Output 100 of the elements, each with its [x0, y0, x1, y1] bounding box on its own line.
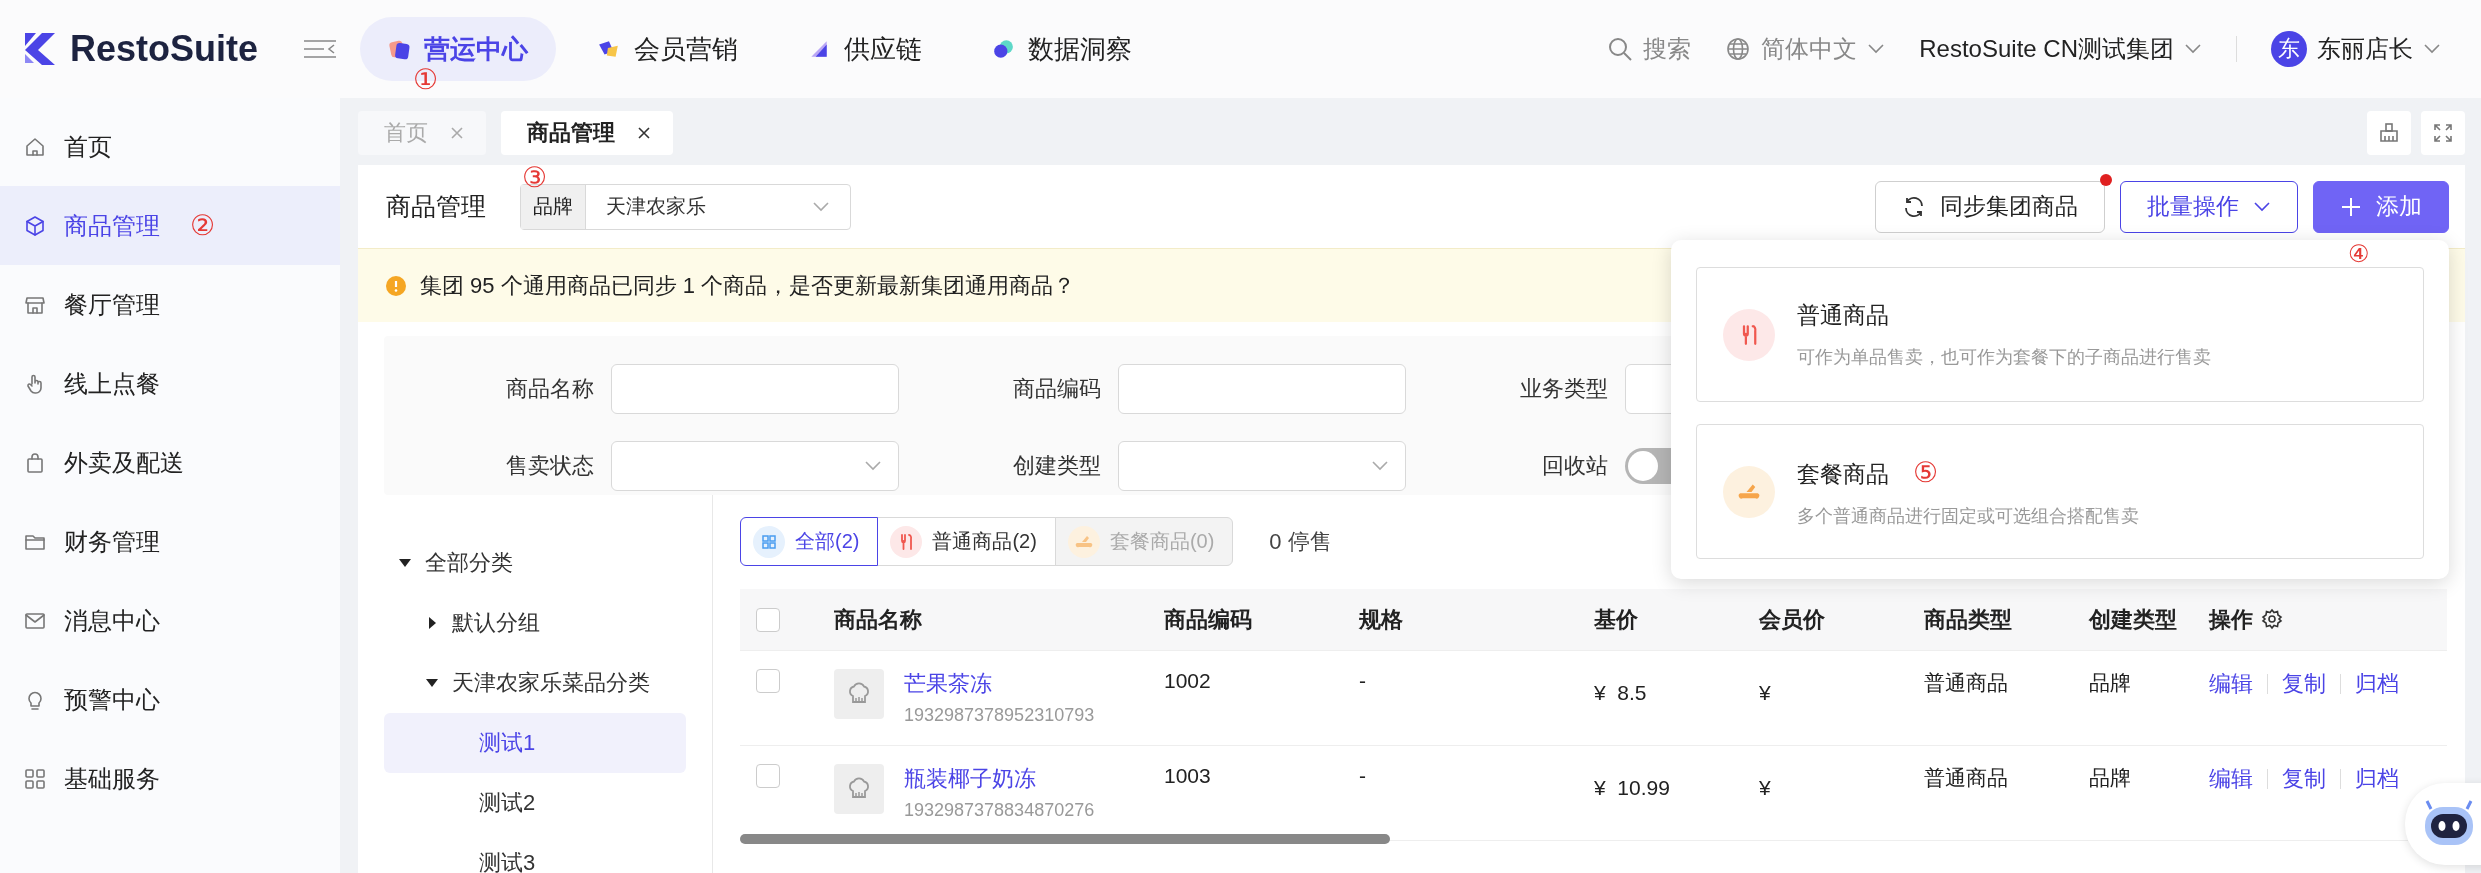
page-title: 商品管理 [386, 191, 486, 222]
filter-select[interactable] [611, 440, 899, 491]
sidebar-item[interactable]: 餐厅管理 [0, 265, 340, 344]
filter-input[interactable] [611, 364, 899, 415]
stopped-count: 0 停售 [1269, 527, 1332, 556]
chevron-down-icon [2184, 43, 2202, 55]
annotation-number: ② [190, 209, 216, 242]
sync-button[interactable]: 同步集团商品 [1875, 180, 2105, 233]
chevron-down-icon [2423, 43, 2441, 55]
table-cell: ¥ [1743, 650, 1908, 746]
tree-item[interactable]: 测试2 [384, 773, 686, 833]
table-cell: ¥ [1743, 745, 1908, 841]
tree-item[interactable]: 测试1 [384, 713, 686, 773]
module-icon [992, 38, 1014, 60]
fullscreen-button[interactable] [2421, 111, 2465, 155]
type-filter-tab[interactable]: 普通商品(2) [877, 517, 1056, 566]
warning-icon [386, 275, 406, 296]
chevron-down-icon [1371, 459, 1389, 472]
filter-input[interactable] [1118, 364, 1406, 415]
user-avatar[interactable]: 东 [2271, 31, 2307, 67]
tree-item[interactable]: 默认分组 [384, 593, 686, 653]
expand-icon [2432, 122, 2454, 144]
refresh-icon [1902, 194, 1926, 219]
horizontal-scrollbar[interactable] [740, 834, 1390, 844]
search-icon[interactable] [1607, 36, 1634, 62]
table-cell: 1002 [1148, 650, 1343, 746]
product-id: 1932987378834870276 [904, 800, 1095, 821]
filter-label: 商品名称 [505, 375, 594, 404]
product-type-option[interactable]: 普通商品 可作为单品售卖，也可作为套餐下的子商品进行售卖 [1696, 267, 2424, 402]
sidebar-item[interactable]: 商品管理 ② [0, 186, 340, 265]
option-description: 可作为单品售卖，也可作为套餐下的子商品进行售卖 [1797, 346, 2211, 369]
select-all-checkbox[interactable] [756, 607, 780, 632]
sidebar-item[interactable]: 线上点餐 [0, 344, 340, 423]
module-icon [598, 38, 620, 60]
sidebar-item[interactable]: 外卖及配送 [0, 423, 340, 502]
column-header: 商品类型 [1908, 589, 2073, 651]
nav-tab[interactable]: 供应链 [780, 17, 950, 81]
filter-select[interactable] [1118, 440, 1406, 491]
add-button[interactable]: 添加 [2313, 180, 2449, 233]
column-header: 商品名称 [818, 589, 1148, 651]
nav-tab[interactable]: 会员营销 [570, 17, 766, 81]
clean-tool-button[interactable] [2367, 111, 2411, 155]
table-cell: 品牌 [2073, 745, 2193, 841]
product-type-option[interactable]: 套餐商品 ⑤ 多个普通商品进行固定或可选组合搭配售卖 [1696, 424, 2424, 559]
product-name-link[interactable]: 瓶装椰子奶冻 [904, 766, 1036, 791]
table-cell: 普通商品 [1908, 745, 2073, 841]
table-cell: 普通商品 [1908, 650, 2073, 746]
action-link[interactable]: 复制 [2282, 669, 2326, 699]
chevron-down-icon [1867, 43, 1886, 55]
action-link[interactable]: 复制 [2282, 764, 2326, 794]
chevron-down-icon [812, 200, 830, 213]
action-link[interactable]: 编辑 [2209, 764, 2253, 794]
organization-selector[interactable]: RestoSuite CN测试集团 [1919, 33, 2174, 65]
page-tab[interactable]: 商品管理 [501, 111, 673, 155]
table-cell: ¥ 10.99 [1578, 745, 1743, 841]
product-name-link[interactable]: 芒果茶冻 [904, 671, 992, 696]
sidebar-item[interactable]: 消息中心 [0, 581, 340, 660]
sidebar-item[interactable]: 财务管理 [0, 502, 340, 581]
plus-icon [2340, 195, 2362, 218]
filter-label: 售卖状态 [505, 451, 594, 480]
option-description: 多个普通商品进行固定或可选组合搭配售卖 [1797, 504, 2139, 528]
batch-actions-button[interactable]: 批量操作 [2120, 180, 2298, 233]
action-link[interactable]: 归档 [2355, 669, 2399, 699]
column-header: 规格 [1343, 589, 1578, 651]
table-cell: 品牌 [2073, 650, 2193, 746]
column-header: 创建类型 [2073, 589, 2193, 651]
broom-icon [2377, 121, 2401, 145]
filter-label: 创建类型 [1012, 451, 1101, 480]
annotation-number: ⑤ [1913, 456, 1939, 488]
home-icon [24, 135, 46, 158]
user-name[interactable]: 东丽店长 [2317, 33, 2413, 65]
nav-tab[interactable]: 数据洞察 [964, 17, 1160, 81]
type-filter-tab[interactable]: 全部(2) [740, 517, 879, 566]
cube-icon [24, 214, 46, 237]
action-link[interactable]: 归档 [2355, 764, 2399, 794]
annotation-number: ④ [2348, 242, 2370, 266]
module-icon [808, 38, 830, 60]
tree-item[interactable]: 测试3 [384, 833, 686, 873]
alert-message: 集团 95 个通用商品已同步 1 个商品，是否更新最新集团通用商品？ [420, 271, 1076, 300]
sidebar-item[interactable]: 首页 [0, 107, 340, 186]
close-icon[interactable] [637, 126, 651, 140]
globe-icon [1725, 36, 1752, 62]
column-header: 商品编码 [1148, 589, 1343, 651]
table-cell: - [1343, 650, 1578, 746]
bag-icon [24, 451, 46, 474]
filter-label: 商品编码 [1012, 375, 1101, 404]
tree-item[interactable]: 全部分类 [384, 533, 686, 593]
column-header: 会员价 [1743, 589, 1908, 651]
sidebar-item[interactable]: 基础服务 [0, 739, 340, 818]
row-checkbox[interactable] [756, 764, 780, 788]
table-cell: ¥ 8.5 [1578, 650, 1743, 746]
action-link[interactable]: 编辑 [2209, 669, 2253, 699]
filter-label: 业务类型 [1519, 375, 1608, 404]
row-checkbox[interactable] [756, 669, 780, 693]
tree-item[interactable]: 天津农家乐菜品分类 [384, 653, 686, 713]
settings-icon[interactable] [2261, 607, 2283, 630]
filter-label: 回收站 [1541, 451, 1608, 480]
sidebar-item[interactable]: 预警中心 [0, 660, 340, 739]
column-header: 基价 [1578, 589, 1743, 651]
column-header: 操作 [2193, 589, 2447, 651]
